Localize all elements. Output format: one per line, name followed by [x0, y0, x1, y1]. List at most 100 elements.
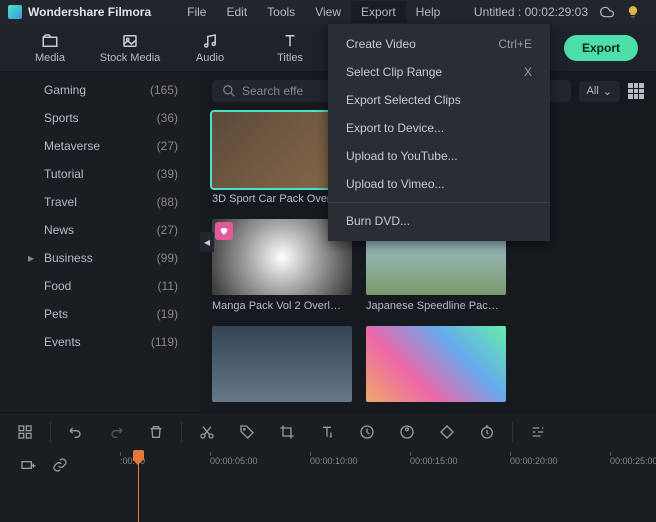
timeline: :00:00 00:00:05:00 00:00:10:00 00:00:15:… [0, 450, 656, 522]
tab-media[interactable]: Media [10, 32, 90, 64]
dd-shortcut: X [524, 65, 532, 79]
download-icon[interactable] [331, 274, 349, 292]
sidebar-item-count: (165) [150, 83, 178, 97]
sidebar-item-label: Sports [44, 111, 79, 125]
sidebar-item-label: Gaming [44, 83, 86, 97]
dd-burn-dvd[interactable]: Burn DVD... [328, 207, 550, 235]
menu-bar: Wondershare Filmora File Edit Tools View… [0, 0, 656, 24]
export-button[interactable]: Export [564, 35, 638, 61]
brand: Wondershare Filmora [8, 5, 151, 19]
chevron-down-icon: ⌄ [603, 85, 612, 98]
link-icon[interactable] [52, 457, 68, 473]
prev-arrow[interactable]: ◂ [200, 232, 214, 252]
sidebar-item-events[interactable]: Events (119) [0, 328, 200, 356]
delete-icon[interactable] [141, 417, 171, 447]
effect-label: Manga Pack Vol 2 Overl… [212, 300, 352, 312]
menu-edit[interactable]: Edit [216, 1, 257, 23]
sidebar-item-count: (99) [157, 251, 178, 265]
tab-audio-label: Audio [196, 52, 224, 64]
sidebar-item-count: (119) [151, 335, 178, 349]
dd-create-video[interactable]: Create Video Ctrl+E [328, 30, 550, 58]
search-icon [222, 84, 236, 98]
dd-label: Export to Device... [346, 121, 444, 135]
sidebar-item-count: (39) [157, 167, 178, 181]
menu-export[interactable]: Export [351, 1, 406, 23]
sidebar-item-sports[interactable]: Sports(36) [0, 104, 200, 132]
sidebar-item-food[interactable]: Food(11) [0, 272, 200, 300]
text-icon[interactable] [312, 417, 342, 447]
tl-tick: 00:00:05:00 [210, 456, 258, 466]
playhead[interactable] [138, 450, 139, 522]
dd-export-selected[interactable]: Export Selected Clips [328, 86, 550, 114]
sidebar-item-business[interactable]: ▸Business(99) [0, 244, 200, 272]
undo-icon[interactable] [61, 417, 91, 447]
clock-icon[interactable] [472, 417, 502, 447]
dd-label: Create Video [346, 37, 416, 51]
dd-upload-vimeo[interactable]: Upload to Vimeo... [328, 170, 550, 198]
sidebar-item-label: Travel [44, 195, 77, 209]
heart-icon[interactable] [215, 222, 233, 240]
tab-media-label: Media [35, 52, 65, 64]
tab-audio[interactable]: Audio [170, 32, 250, 64]
tl-tick: 00:00:15:00 [410, 456, 458, 466]
chevron-right-icon: ▸ [28, 251, 34, 265]
sidebar-item-label: Metaverse [44, 139, 100, 153]
dd-label: Export Selected Clips [346, 93, 461, 107]
effect-thumb[interactable] [212, 326, 352, 402]
effect-card[interactable] [212, 326, 352, 402]
adjust-icon[interactable] [523, 417, 553, 447]
sidebar-item-gaming[interactable]: Gaming (165) [0, 76, 200, 104]
speed-icon[interactable] [352, 417, 382, 447]
tag-icon[interactable] [232, 417, 262, 447]
layout-icon[interactable] [10, 417, 40, 447]
cloud-icon[interactable] [600, 5, 614, 19]
tl-tick: 00:00:20:00 [510, 456, 558, 466]
sidebar-item-count: (27) [157, 223, 178, 237]
menu-file[interactable]: File [177, 1, 216, 23]
tab-stock-media-label: Stock Media [100, 52, 161, 64]
sidebar-item-tutorial[interactable]: Tutorial (39) [0, 160, 200, 188]
brand-text: Wondershare Filmora [28, 5, 151, 19]
tl-tick: 00:00:10:00 [310, 456, 358, 466]
separator [50, 422, 51, 442]
sort-select[interactable]: All ⌄ [579, 81, 620, 102]
sidebar-item-count: (11) [158, 279, 178, 293]
sidebar-item-news[interactable]: News(27) [0, 216, 200, 244]
search-placeholder: Search effe [242, 84, 303, 98]
dd-upload-youtube[interactable]: Upload to YouTube... [328, 142, 550, 170]
sidebar-item-label: Pets [44, 307, 68, 321]
dd-shortcut: Ctrl+E [498, 37, 532, 51]
sidebar-item-travel[interactable]: Travel(88) [0, 188, 200, 216]
tab-stock-media[interactable]: Stock Media [90, 32, 170, 64]
menu-view[interactable]: View [305, 1, 351, 23]
dd-label: Upload to Vimeo... [346, 177, 445, 191]
add-track-icon[interactable] [20, 457, 36, 473]
effect-card[interactable] [366, 326, 506, 402]
dd-select-clip-range[interactable]: Select Clip RangeX [328, 58, 550, 86]
bottom-toolbar [0, 412, 656, 450]
timeline-header: :00:00 00:00:05:00 00:00:10:00 00:00:15:… [0, 450, 656, 480]
cut-icon[interactable] [192, 417, 222, 447]
timeline-ruler[interactable]: :00:00 00:00:05:00 00:00:10:00 00:00:15:… [120, 450, 656, 480]
color-icon[interactable] [392, 417, 422, 447]
bulb-icon[interactable] [626, 5, 640, 19]
menu-tools[interactable]: Tools [257, 1, 305, 23]
sidebar-item-count: (19) [157, 307, 178, 321]
menu-help[interactable]: Help [406, 1, 451, 23]
sidebar-item-pets[interactable]: Pets (19) [0, 300, 200, 328]
download-icon[interactable] [485, 274, 503, 292]
grid-view-icon[interactable] [628, 83, 644, 99]
sidebar-item-label: Events [44, 335, 81, 349]
redo-icon[interactable] [101, 417, 131, 447]
sidebar: Gaming(165) Sports(36) Metaverse(27) Tut… [0, 72, 200, 412]
sort-label: All [587, 85, 599, 97]
tab-titles[interactable]: Titles [250, 32, 330, 64]
keyframe-icon[interactable] [432, 417, 462, 447]
project-title: Untitled : 00:02:29:03 [474, 5, 588, 19]
sidebar-item-label: Tutorial [44, 167, 84, 181]
effect-thumb[interactable] [366, 326, 506, 402]
crop-icon[interactable] [272, 417, 302, 447]
effect-label: Japanese Speedline Pac… [366, 300, 506, 312]
sidebar-item-metaverse[interactable]: Metaverse(27) [0, 132, 200, 160]
dd-export-device[interactable]: Export to Device... [328, 114, 550, 142]
